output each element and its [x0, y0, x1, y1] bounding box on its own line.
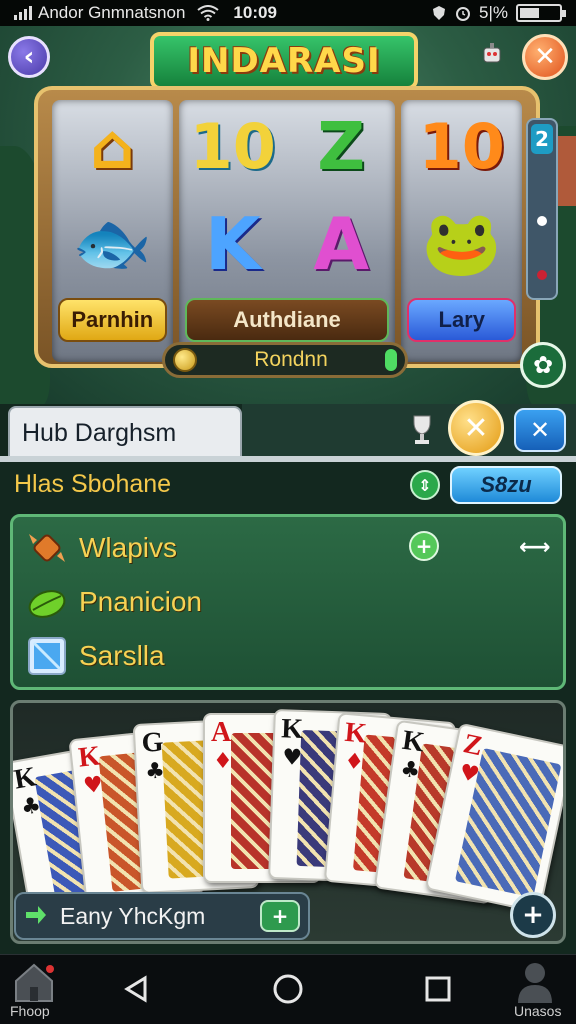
card-suit-icon: ♥ — [82, 772, 105, 800]
arrow-right-icon — [26, 906, 46, 924]
wifi-icon — [197, 5, 220, 21]
list-item-label: Wlapivs — [79, 532, 178, 563]
list-item-label: Pnanicion — [79, 586, 202, 617]
carrier-name: Andor Gnmnatsnon — [38, 3, 186, 22]
reel-symbol: A — [313, 202, 370, 286]
nav-home-button[interactable] — [268, 969, 308, 1009]
card-rank: K — [400, 724, 427, 759]
alarm-icon — [456, 7, 470, 21]
gold-close-button[interactable]: ✕ — [448, 400, 504, 456]
balance-bar: Rondnn — [162, 342, 408, 378]
reel-label[interactable]: Lary — [407, 298, 517, 342]
navigation-bar: Fhoop Unasos — [0, 954, 576, 1024]
counter-pip — [537, 270, 547, 280]
battery-icon — [516, 4, 566, 22]
nav-recents-button[interactable] — [418, 969, 458, 1009]
add-card-button[interactable]: + — [510, 892, 556, 938]
nav-back-button[interactable] — [116, 969, 156, 1009]
card-suit-icon: ♥ — [281, 745, 303, 771]
close-button[interactable]: ✕ — [522, 34, 568, 80]
leaf-icon — [28, 590, 66, 618]
robot-icon[interactable] — [478, 40, 506, 68]
hub-panel: Hub Darghsm ✕ ✕ Hlas Sbohane ⇕ S8zu Wlap… — [0, 400, 576, 954]
triangle-back-icon — [124, 975, 147, 1003]
battery-percent: 5|% — [479, 3, 508, 22]
card-suit-icon: ♣ — [144, 758, 166, 785]
shield-icon — [433, 6, 445, 20]
bonus-button[interactable]: ✿ — [520, 342, 566, 388]
reel-symbol: K — [204, 202, 261, 286]
chat-add-button[interactable]: + — [260, 900, 300, 932]
circle-home-icon — [273, 974, 303, 1004]
chat-bar[interactable]: Eany YhcKgm + — [14, 892, 310, 940]
counter-value: 2 — [531, 124, 553, 154]
status-bar: Andor Gnmnatsnon 10:09 5|% — [0, 0, 576, 26]
nav-label: Fhoop — [10, 1003, 50, 1019]
list-item[interactable]: Pnanicion — [25, 579, 202, 625]
game-title-banner: INDARASI — [150, 32, 418, 90]
card-suit-icon: ♦ — [343, 748, 366, 776]
candy-icon — [29, 534, 65, 562]
gem-icon — [28, 637, 66, 675]
list-item-label: Sarslla — [79, 640, 165, 671]
search-button[interactable]: S8zu — [450, 466, 562, 504]
person-icon — [518, 963, 552, 1003]
reel-frame: ⌂ 🐟 Parnhin 10 Z K A Authdiane 10 🐸 Lary — [34, 86, 540, 368]
clock-time: 10:09 — [233, 3, 277, 22]
nav-label: Unasos — [514, 1003, 562, 1019]
side-counter: 2 — [526, 118, 558, 300]
section-heading: Hlas Sbohane — [14, 470, 172, 498]
card-rank: K — [11, 761, 39, 796]
reels: ⌂ 🐟 Parnhin 10 Z K A Authdiane 10 🐸 Lary — [52, 100, 523, 362]
hub-tab-title[interactable]: Hub Darghsm — [8, 406, 242, 460]
fish-symbol: 🐟 — [72, 207, 153, 281]
square-recents-icon — [425, 976, 451, 1002]
chat-text: Eany YhcKgm — [60, 902, 206, 929]
sort-toggle-button[interactable]: ⇕ — [410, 470, 440, 500]
card-suit-icon: ♣ — [19, 792, 44, 821]
list-item[interactable]: Sarslla — [25, 633, 165, 679]
divider — [0, 456, 576, 462]
counter-pip — [537, 216, 547, 226]
card-rank: K — [280, 713, 304, 746]
status-indicator — [385, 349, 397, 371]
card-rank: G — [140, 726, 165, 759]
frog-symbol: 🐸 — [421, 207, 502, 281]
reel-2[interactable]: 10 Z K A Authdiane — [178, 100, 396, 362]
reel-symbol: ⌂ — [90, 110, 135, 183]
reel-label[interactable]: Authdiane — [184, 298, 390, 342]
reel-symbol: 10 — [418, 110, 505, 183]
coin-icon — [173, 348, 197, 372]
nav-profile-tab[interactable]: Unasos — [510, 959, 566, 1021]
card-rank: K — [343, 716, 368, 750]
list-item[interactable]: Wlapivs — [25, 525, 177, 571]
card-suit-icon: ♦ — [213, 749, 233, 774]
item-list: Wlapivs + ⟷ Pnanicion Sarslla — [10, 514, 566, 690]
reel-3[interactable]: 10 🐸 Lary — [401, 100, 523, 362]
add-button[interactable]: + — [409, 531, 439, 561]
card-suit-icon: ♣ — [398, 756, 422, 785]
back-button[interactable]: ‹ — [8, 36, 50, 78]
nav-home-tab[interactable]: Fhoop — [10, 961, 60, 1021]
reel-1[interactable]: ⌂ 🐟 Parnhin — [52, 100, 173, 362]
reel-label[interactable]: Parnhin — [58, 298, 167, 342]
reel-symbol: Z — [317, 108, 366, 185]
card-rank: A — [211, 717, 232, 748]
reel-symbol: 10 — [189, 110, 276, 183]
expand-icon[interactable]: ⟷ — [519, 535, 551, 560]
balance-label: Rondnn — [254, 348, 328, 371]
card-rank: K — [76, 740, 102, 774]
trophy-icon[interactable] — [410, 412, 434, 448]
slot-game-scene: ‹ INDARASI ✕ ⌂ 🐟 Parnhin 10 Z K A Authdi… — [0, 26, 576, 404]
house-icon — [15, 963, 54, 1002]
signal-icon — [14, 6, 32, 20]
blue-close-button[interactable]: ✕ — [514, 408, 566, 452]
